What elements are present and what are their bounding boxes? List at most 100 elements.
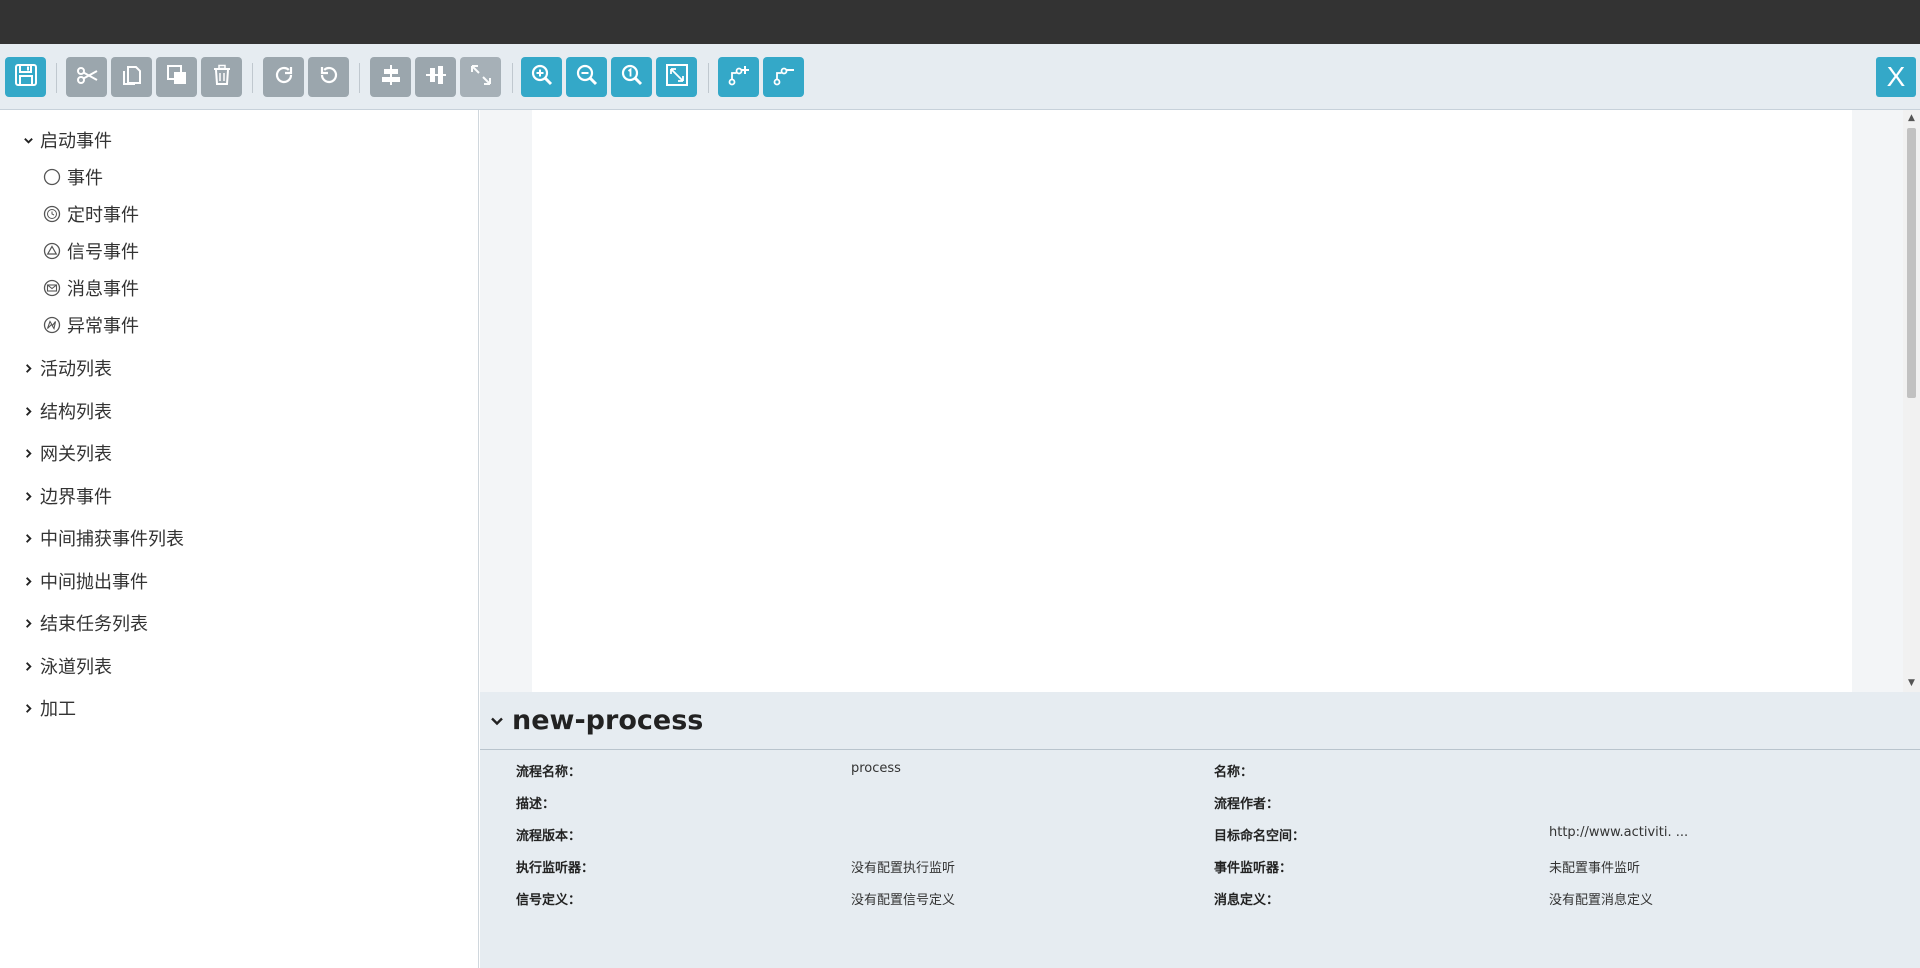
- trash-icon: [209, 62, 235, 92]
- palette-group-label: 活动列表: [40, 359, 112, 380]
- scrollbar-thumb[interactable]: [1907, 128, 1916, 398]
- process-version-label: 流程版本：: [516, 829, 582, 844]
- execution-listeners-label: 执行监听器：: [516, 861, 595, 876]
- message-start-event-icon: [43, 279, 61, 297]
- align-vertical-button[interactable]: [415, 57, 456, 97]
- zoom-in-button[interactable]: [521, 57, 562, 97]
- same-size-button[interactable]: [460, 57, 501, 97]
- add-bendpoint-icon: [726, 62, 752, 92]
- chevron-right-icon: [22, 660, 34, 672]
- resize-icon: [468, 62, 494, 92]
- target-namespace-label: 目标命名空间：: [1214, 829, 1306, 844]
- align-horizontal-icon: [378, 62, 404, 92]
- palette-group-label: 网关列表: [40, 444, 112, 465]
- execution-listeners-value[interactable]: 没有配置执行监听: [851, 857, 955, 876]
- error-start-event-icon: [43, 316, 61, 334]
- palette-item-label: 事件: [67, 168, 103, 189]
- process-name-value[interactable]: process: [851, 761, 901, 776]
- signal-start-event-icon: [43, 242, 61, 260]
- properties-panel: new-process 流程名称： process 名称： 描述： 流程作者： …: [480, 692, 1920, 968]
- copy-button[interactable]: [111, 57, 152, 97]
- palette-item-signal-start-event[interactable]: 信号事件: [43, 239, 139, 263]
- property-row: 流程名称： process 名称：: [480, 757, 1920, 781]
- palette-panel: 启动事件 事件 定时事件 信号事件 消息事件 异常事件 活动列表 结构列表 网关…: [0, 110, 479, 968]
- palette-group-end-events[interactable]: 结束任务列表: [22, 611, 148, 635]
- zoom-actual-button[interactable]: [611, 57, 652, 97]
- chevron-right-icon: [22, 702, 34, 714]
- chevron-down-icon: [22, 134, 34, 146]
- palette-group-structures[interactable]: 结构列表: [22, 399, 112, 423]
- toolbar-separator: [708, 63, 709, 93]
- timer-start-event-icon: [43, 205, 61, 223]
- close-button[interactable]: X: [1876, 57, 1916, 97]
- process-author-label: 流程作者：: [1214, 797, 1280, 812]
- process-name-label: 流程名称：: [516, 765, 582, 780]
- palette-group-processing[interactable]: 加工: [22, 696, 76, 720]
- scissors-icon: [74, 62, 100, 92]
- zoom-out-button[interactable]: [566, 57, 607, 97]
- target-namespace-value[interactable]: http://www.activiti. ...: [1549, 825, 1688, 840]
- palette-group-swimlanes[interactable]: 泳道列表: [22, 654, 112, 678]
- chevron-right-icon: [22, 490, 34, 502]
- canvas-vertical-scrollbar[interactable]: ▲ ▼: [1903, 110, 1920, 692]
- window-top-bar: [0, 0, 1920, 44]
- event-listeners-value[interactable]: 未配置事件监听: [1549, 857, 1640, 876]
- palette-group-gateways[interactable]: 网关列表: [22, 441, 112, 465]
- palette-group-start-events[interactable]: 启动事件: [22, 128, 112, 152]
- copy-icon: [119, 62, 145, 92]
- remove-bendpoint-button[interactable]: [763, 57, 804, 97]
- palette-item-message-start-event[interactable]: 消息事件: [43, 276, 139, 300]
- chevron-right-icon: [22, 532, 34, 544]
- diagram-canvas-area: ▲ ▼: [480, 110, 1920, 692]
- palette-group-label: 中间捕获事件列表: [40, 529, 184, 550]
- add-bendpoint-button[interactable]: [718, 57, 759, 97]
- description-label: 描述：: [516, 797, 556, 812]
- save-button[interactable]: [5, 57, 46, 97]
- palette-group-intermediate-catch-events[interactable]: 中间捕获事件列表: [22, 526, 184, 550]
- toolbar-separator: [252, 63, 253, 93]
- palette-group-label: 启动事件: [40, 131, 112, 152]
- paste-button[interactable]: [156, 57, 197, 97]
- palette-item-label: 异常事件: [67, 316, 139, 337]
- zoom-out-icon: [574, 62, 600, 92]
- palette-group-label: 结构列表: [40, 402, 112, 423]
- palette-item-label: 消息事件: [67, 279, 139, 300]
- align-vertical-icon: [423, 62, 449, 92]
- palette-group-activities[interactable]: 活动列表: [22, 356, 112, 380]
- palette-item-none-start-event[interactable]: 事件: [43, 165, 103, 189]
- delete-button[interactable]: [201, 57, 242, 97]
- palette-item-label: 定时事件: [67, 205, 139, 226]
- event-listeners-label: 事件监听器：: [1214, 861, 1293, 876]
- palette-item-label: 信号事件: [67, 242, 139, 263]
- chevron-right-icon: [22, 575, 34, 587]
- palette-group-intermediate-throw-events[interactable]: 中间抛出事件: [22, 569, 148, 593]
- palette-group-boundary-events[interactable]: 边界事件: [22, 484, 112, 508]
- undo-button[interactable]: [308, 57, 349, 97]
- palette-item-timer-start-event[interactable]: 定时事件: [43, 202, 139, 226]
- cut-button[interactable]: [66, 57, 107, 97]
- message-definitions-value[interactable]: 没有配置消息定义: [1549, 889, 1653, 908]
- chevron-right-icon: [22, 405, 34, 417]
- palette-group-label: 泳道列表: [40, 657, 112, 678]
- signal-definitions-value[interactable]: 没有配置信号定义: [851, 889, 955, 908]
- scroll-up-arrow-icon[interactable]: ▲: [1906, 113, 1917, 124]
- toolbar-separator: [56, 63, 57, 93]
- align-horizontal-button[interactable]: [370, 57, 411, 97]
- diagram-canvas[interactable]: [532, 110, 1852, 692]
- toolbar-separator: [359, 63, 360, 93]
- process-title: new-process: [512, 705, 704, 736]
- palette-group-label: 加工: [40, 699, 76, 720]
- zoom-fit-button[interactable]: [656, 57, 697, 97]
- paste-icon: [164, 62, 190, 92]
- chevron-right-icon: [22, 362, 34, 374]
- scroll-down-arrow-icon[interactable]: ▼: [1906, 678, 1917, 689]
- palette-item-error-start-event[interactable]: 异常事件: [43, 313, 139, 337]
- remove-bendpoint-icon: [771, 62, 797, 92]
- name-label: 名称：: [1214, 765, 1254, 780]
- chevron-down-icon[interactable]: [490, 714, 504, 728]
- undo-icon: [316, 62, 342, 92]
- chevron-right-icon: [22, 447, 34, 459]
- property-row: 信号定义： 没有配置信号定义 消息定义： 没有配置消息定义: [480, 885, 1920, 909]
- redo-button[interactable]: [263, 57, 304, 97]
- fit-screen-icon: [664, 62, 690, 92]
